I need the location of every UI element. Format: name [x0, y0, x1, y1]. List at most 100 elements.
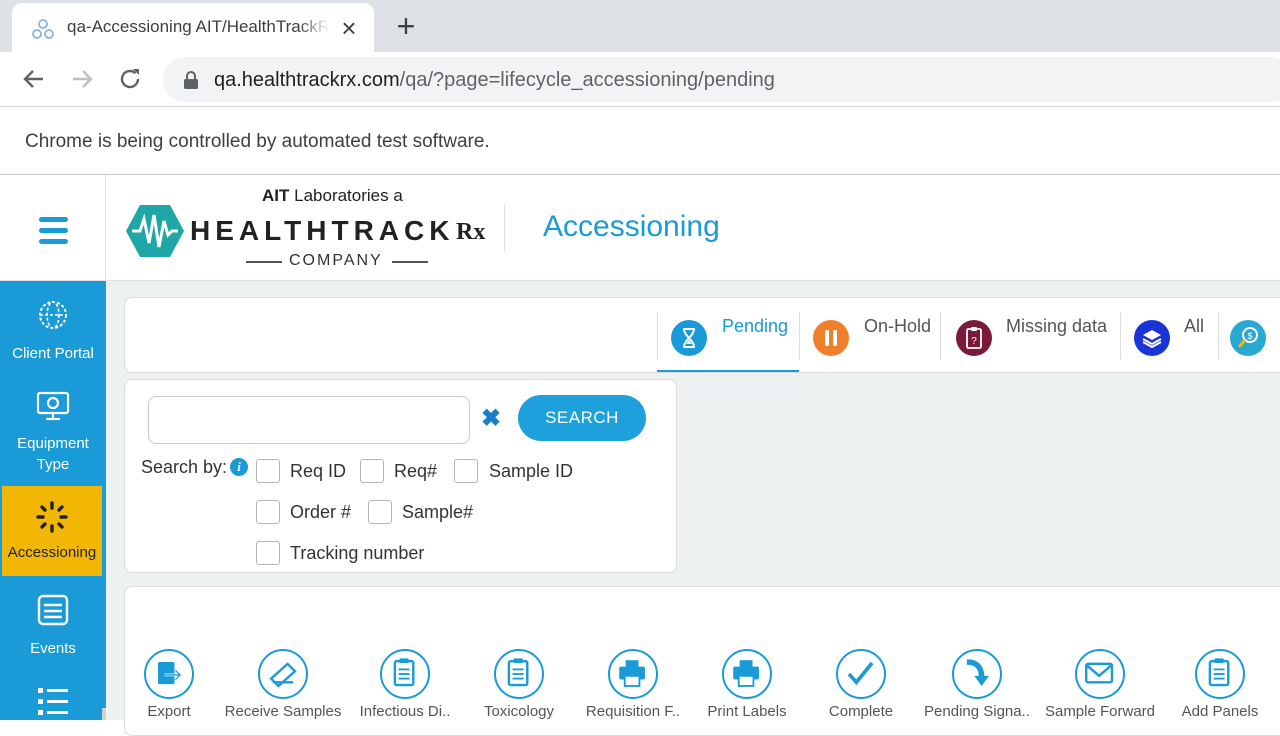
svg-text:?: ? — [971, 336, 977, 347]
status-tabs-card: Pending On-Hold ? Missing data All $ — [124, 297, 1280, 373]
sidebar-item-label: Equipment Type — [17, 435, 89, 473]
logo-wordmark: HEALTHTRACK — [190, 215, 455, 246]
sidebar-item-label: Events — [30, 640, 76, 657]
clear-search-icon[interactable]: ✖ — [480, 407, 502, 431]
hourglass-icon — [671, 320, 707, 356]
checkmark-icon — [836, 649, 886, 699]
action-label: Pending Signa.. — [924, 703, 1030, 720]
tab-title: qa-Accessioning AIT/HealthTrackRx — [67, 17, 329, 37]
checkbox-label: Sample ID — [489, 461, 574, 481]
reload-icon[interactable] — [115, 64, 145, 94]
printer-icon — [722, 649, 772, 699]
monitor-settings-icon — [36, 391, 70, 421]
action-pending-signature[interactable]: Pending Signa.. — [912, 649, 1042, 720]
checkbox-sample-number[interactable] — [368, 500, 392, 524]
search-money-icon: $ — [1230, 320, 1266, 356]
pause-icon — [813, 320, 849, 356]
clipboard-alert-icon: ? — [956, 320, 992, 356]
app-header: AIT Laboratories a HEALTHTRACK Rx COMPAN… — [0, 175, 1280, 281]
healthtrackrx-logo: AIT Laboratories a HEALTHTRACK Rx COMPAN… — [126, 185, 486, 271]
tab-search-money[interactable]: $ — [1218, 298, 1280, 372]
action-sample-forward[interactable]: Sample Forward — [1035, 649, 1165, 720]
tab-label: Pending — [722, 316, 789, 336]
action-label: Requisition F.. — [585, 703, 681, 720]
tab-pending[interactable]: Pending — [657, 298, 799, 372]
logo-company: COMPANY — [289, 252, 383, 269]
checkbox-tracking-number[interactable] — [256, 541, 280, 565]
tab-label: On-Hold — [864, 316, 932, 336]
sidebar-item-label: Accessioning — [7, 544, 97, 561]
browser-toolbar: qa.healthtrackrx.com/qa/?page=lifecycle_… — [0, 52, 1280, 107]
scanner-icon — [258, 649, 308, 699]
logo-rule-left — [246, 261, 282, 263]
events-list-icon — [37, 594, 69, 626]
sidebar-item-more[interactable] — [0, 684, 106, 720]
browser-tab[interactable]: qa-Accessioning AIT/HealthTrackRx × — [12, 3, 374, 52]
action-label: Add Panels — [1181, 703, 1259, 720]
tab-all[interactable]: All — [1120, 298, 1218, 372]
lock-icon[interactable] — [183, 71, 199, 89]
header-divider — [504, 205, 505, 251]
tab-label: Missing data — [1006, 316, 1108, 336]
tab-missing-data[interactable]: ? Missing data — [940, 298, 1120, 372]
search-panel: ✖ SEARCH Search by: i Req ID Req# Sample… — [124, 379, 677, 573]
printer-icon — [608, 649, 658, 699]
action-label: Print Labels — [707, 703, 787, 720]
logo-ait: AIT — [262, 186, 290, 205]
sidebar-item-equipment-type[interactable]: Equipment Type — [0, 389, 106, 479]
url-text: qa.healthtrackrx.com/qa/?page=lifecycle_… — [214, 69, 775, 92]
search-button[interactable]: SEARCH — [518, 395, 646, 441]
app-root: AIT Laboratories a HEALTHTRACK Rx COMPAN… — [0, 175, 1280, 736]
tab-on-hold[interactable]: On-Hold — [799, 298, 940, 372]
browser-tab-bar: qa-Accessioning AIT/HealthTrackRx × + — [0, 0, 1280, 52]
search-input[interactable] — [148, 396, 470, 444]
checkbox-label: Tracking number — [290, 543, 425, 563]
logo-tagline: AIT Laboratories a — [262, 186, 403, 206]
action-requisition-form[interactable]: Requisition F.. — [568, 649, 698, 720]
close-tab-icon[interactable]: × — [337, 14, 361, 42]
svg-text:$: $ — [1247, 331, 1252, 341]
action-label: Sample Forward — [1044, 703, 1156, 720]
action-complete[interactable]: Complete — [796, 649, 926, 720]
action-print-labels[interactable]: Print Labels — [682, 649, 812, 720]
address-bar[interactable]: qa.healthtrackrx.com/qa/?page=lifecycle_… — [163, 57, 1280, 102]
tab-label: All — [1184, 316, 1205, 336]
sidebar-item-accessioning[interactable]: Accessioning — [2, 486, 102, 576]
checkbox-sample-id[interactable] — [454, 459, 478, 483]
sidebar-item-client-portal[interactable]: Client Portal — [0, 299, 106, 369]
action-export[interactable]: Export — [104, 649, 234, 720]
checkbox-label: Sample# — [402, 502, 474, 522]
favicon-icon — [32, 19, 54, 39]
action-label: Export — [147, 703, 191, 720]
globe-icon — [39, 301, 67, 329]
clipboard-icon — [494, 649, 544, 699]
url-host: qa.healthtrackrx.com — [214, 69, 400, 91]
sidebar-item-events[interactable]: Events — [0, 594, 106, 664]
curved-arrow-icon — [952, 649, 1002, 699]
action-label: Receive Samples — [224, 703, 342, 720]
infobar-message: Chrome is being controlled by automated … — [25, 131, 490, 152]
sidebar-scrollbar[interactable] — [102, 708, 106, 720]
sidebar: Client Portal Equipment Type Accessionin… — [0, 281, 106, 720]
clipboard-icon — [380, 649, 430, 699]
back-arrow-icon[interactable] — [19, 64, 49, 94]
logo-laboratories: Laboratories a — [294, 186, 403, 205]
new-tab-icon[interactable]: + — [392, 10, 420, 42]
clipboard-icon — [1195, 649, 1245, 699]
action-add-panels[interactable]: Add Panels — [1155, 649, 1280, 720]
url-path: /qa/?page=lifecycle_accessioning/pending — [399, 69, 775, 91]
action-infectious-disease[interactable]: Infectious Di.. — [340, 649, 470, 720]
hamburger-menu-icon[interactable] — [39, 217, 68, 247]
checkbox-label: Req# — [394, 461, 438, 481]
action-receive-samples[interactable]: Receive Samples — [218, 649, 348, 720]
checkbox-req-number[interactable] — [360, 459, 384, 483]
sidebar-item-label: Client Portal — [12, 345, 94, 362]
forward-arrow-icon[interactable] — [67, 64, 97, 94]
logo-rx: Rx — [456, 219, 486, 245]
list-icon — [38, 688, 68, 715]
checkbox-order-number[interactable] — [256, 500, 280, 524]
action-toxicology[interactable]: Toxicology — [454, 649, 584, 720]
logo-rule-right — [392, 261, 428, 263]
info-icon[interactable]: i — [230, 458, 248, 476]
checkbox-req-id[interactable] — [256, 459, 280, 483]
